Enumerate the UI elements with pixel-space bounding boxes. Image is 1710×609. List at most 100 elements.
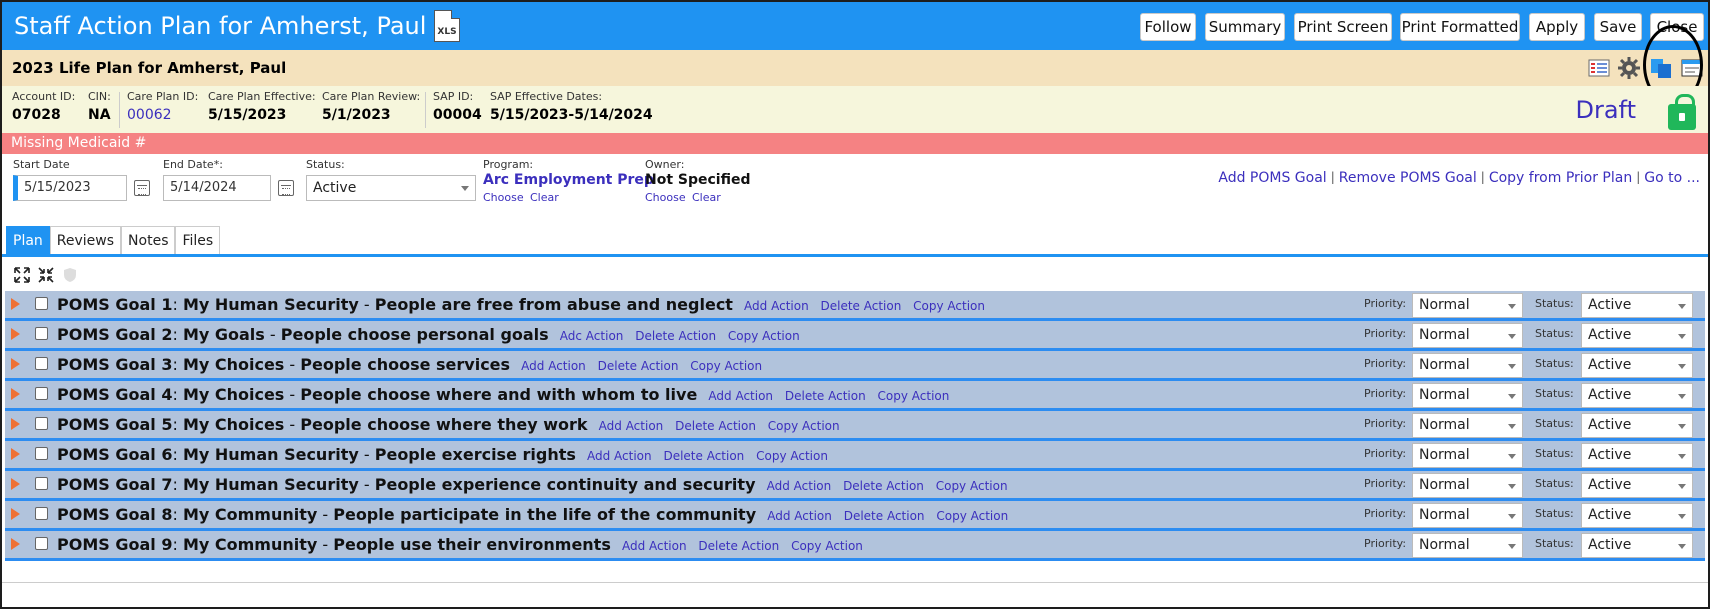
priority-select[interactable]: Normal xyxy=(1412,383,1523,408)
tab-notes[interactable]: Notes xyxy=(121,226,176,254)
status-select[interactable]: Active xyxy=(1581,353,1693,378)
goal-checkbox[interactable] xyxy=(35,447,48,460)
end-date-input[interactable]: 5/14/2024 xyxy=(163,175,271,201)
unlock-icon[interactable] xyxy=(1668,94,1696,130)
goal-checkbox[interactable] xyxy=(35,477,48,490)
tab-files[interactable]: Files xyxy=(175,226,221,254)
copy-action-link[interactable]: Copy Action xyxy=(768,419,840,433)
goal-checkbox[interactable] xyxy=(35,537,48,550)
follow-button[interactable]: Follow xyxy=(1140,13,1196,41)
add-action-link[interactable]: Add Action xyxy=(587,449,652,463)
sap-dates-field: SAP Effective Dates: 5/15/2023-5/14/2024 xyxy=(490,90,653,123)
grid-icon[interactable] xyxy=(1587,56,1611,80)
owner-choose-link[interactable]: Choose xyxy=(645,191,686,204)
go-to-link[interactable]: Go to ... xyxy=(1644,170,1700,186)
print-formatted-button[interactable]: Print Formatted xyxy=(1400,13,1520,41)
add-action-link[interactable]: Add Action xyxy=(744,299,809,313)
delete-action-link[interactable]: Delete Action xyxy=(844,509,925,523)
priority-label: Priority: xyxy=(1364,357,1407,370)
program-clear-link[interactable]: Clear xyxy=(530,191,559,204)
delete-action-link[interactable]: Delete Action xyxy=(598,359,679,373)
status-select[interactable]: Active xyxy=(1581,413,1693,438)
priority-select[interactable]: Normal xyxy=(1412,353,1523,378)
goal-checkbox[interactable] xyxy=(35,387,48,400)
status-filter-select[interactable]: Active xyxy=(306,175,476,201)
status-select[interactable]: Active xyxy=(1581,503,1693,528)
owner-clear-link[interactable]: Clear xyxy=(692,191,721,204)
close-button[interactable]: Close xyxy=(1650,13,1704,41)
expand-arrow-icon[interactable] xyxy=(11,478,20,490)
apply-button[interactable]: Apply xyxy=(1529,13,1585,41)
tab-plan[interactable]: Plan xyxy=(6,226,50,254)
status-select[interactable]: Active xyxy=(1581,293,1693,318)
copy-action-link[interactable]: Copy Action xyxy=(936,479,1008,493)
goal-checkbox[interactable] xyxy=(35,357,48,370)
calendar-icon[interactable] xyxy=(278,180,294,196)
status-select[interactable]: Active xyxy=(1581,473,1693,498)
expand-arrow-icon[interactable] xyxy=(11,328,20,340)
start-date-input[interactable]: 5/15/2023 xyxy=(13,175,127,201)
xls-export-icon[interactable]: XLS xyxy=(434,10,460,42)
delete-action-link[interactable]: Delete Action xyxy=(843,479,924,493)
summary-button[interactable]: Summary xyxy=(1205,13,1285,41)
delete-action-link[interactable]: Delete Action xyxy=(663,449,744,463)
save-button[interactable]: Save xyxy=(1594,13,1642,41)
card-icon[interactable] xyxy=(1680,56,1704,80)
expand-arrow-icon[interactable] xyxy=(11,358,20,370)
care-plan-review-field: Care Plan Review: 5/1/2023 xyxy=(322,90,420,123)
delete-action-link[interactable]: Delete Action xyxy=(785,389,866,403)
copy-action-link[interactable]: Copy Action xyxy=(728,329,800,343)
calendar-icon[interactable] xyxy=(134,180,150,196)
add-poms-goal-link[interactable]: Add POMS Goal xyxy=(1218,170,1326,186)
status-select[interactable]: Active xyxy=(1581,533,1693,558)
goal-checkbox[interactable] xyxy=(35,327,48,340)
add-action-link[interactable]: Add Action xyxy=(622,539,687,553)
copy-action-link[interactable]: Copy Action xyxy=(878,389,950,403)
expand-arrow-icon[interactable] xyxy=(11,418,20,430)
add-action-link[interactable]: Add Action xyxy=(521,359,586,373)
goal-checkbox[interactable] xyxy=(35,417,48,430)
status-select[interactable]: Active xyxy=(1581,323,1693,348)
program-choose-link[interactable]: Choose xyxy=(483,191,524,204)
goal-checkbox[interactable] xyxy=(35,297,48,310)
copy-action-link[interactable]: Copy Action xyxy=(756,449,828,463)
remove-poms-goal-link[interactable]: Remove POMS Goal xyxy=(1339,170,1477,186)
expand-arrow-icon[interactable] xyxy=(11,448,20,460)
priority-select[interactable]: Normal xyxy=(1412,323,1523,348)
copy-action-link[interactable]: Copy Action xyxy=(791,539,863,553)
expand-all-icon[interactable] xyxy=(14,267,30,283)
add-action-link[interactable]: Add Action xyxy=(599,419,664,433)
status-select[interactable]: Active xyxy=(1581,443,1693,468)
goal-checkbox[interactable] xyxy=(35,507,48,520)
expand-arrow-icon[interactable] xyxy=(11,538,20,550)
priority-select[interactable]: Normal xyxy=(1412,443,1523,468)
copy-action-link[interactable]: Copy Action xyxy=(913,299,985,313)
add-action-link[interactable]: Add Action xyxy=(767,479,832,493)
add-action-link[interactable]: Adc Action xyxy=(560,329,624,343)
delete-action-link[interactable]: Delete Action xyxy=(698,539,779,553)
collapse-all-icon[interactable] xyxy=(38,267,54,283)
tab-reviews[interactable]: Reviews xyxy=(49,226,122,254)
add-action-link[interactable]: Add Action xyxy=(767,509,832,523)
copy-from-prior-plan-link[interactable]: Copy from Prior Plan xyxy=(1489,170,1632,186)
program-value[interactable]: Arc Employment Prep xyxy=(483,172,654,188)
priority-select[interactable]: Normal xyxy=(1412,413,1523,438)
expand-arrow-icon[interactable] xyxy=(11,508,20,520)
delete-action-link[interactable]: Delete Action xyxy=(635,329,716,343)
care-plan-id-link[interactable]: 00062 xyxy=(127,107,198,123)
priority-select[interactable]: Normal xyxy=(1412,473,1523,498)
expand-arrow-icon[interactable] xyxy=(11,388,20,400)
print-screen-button[interactable]: Print Screen xyxy=(1294,13,1392,41)
priority-select[interactable]: Normal xyxy=(1412,533,1523,558)
priority-select[interactable]: Normal xyxy=(1412,503,1523,528)
add-action-link[interactable]: Add Action xyxy=(708,389,773,403)
copy-action-link[interactable]: Copy Action xyxy=(936,509,1008,523)
status-select[interactable]: Active xyxy=(1581,383,1693,408)
delete-action-link[interactable]: Delete Action xyxy=(821,299,902,313)
copy-action-link[interactable]: Copy Action xyxy=(690,359,762,373)
gear-icon[interactable] xyxy=(1617,56,1641,80)
delete-action-link[interactable]: Delete Action xyxy=(675,419,756,433)
expand-arrow-icon[interactable] xyxy=(11,298,20,310)
copy-plan-icon[interactable] xyxy=(1649,56,1673,80)
priority-select[interactable]: Normal xyxy=(1412,293,1523,318)
